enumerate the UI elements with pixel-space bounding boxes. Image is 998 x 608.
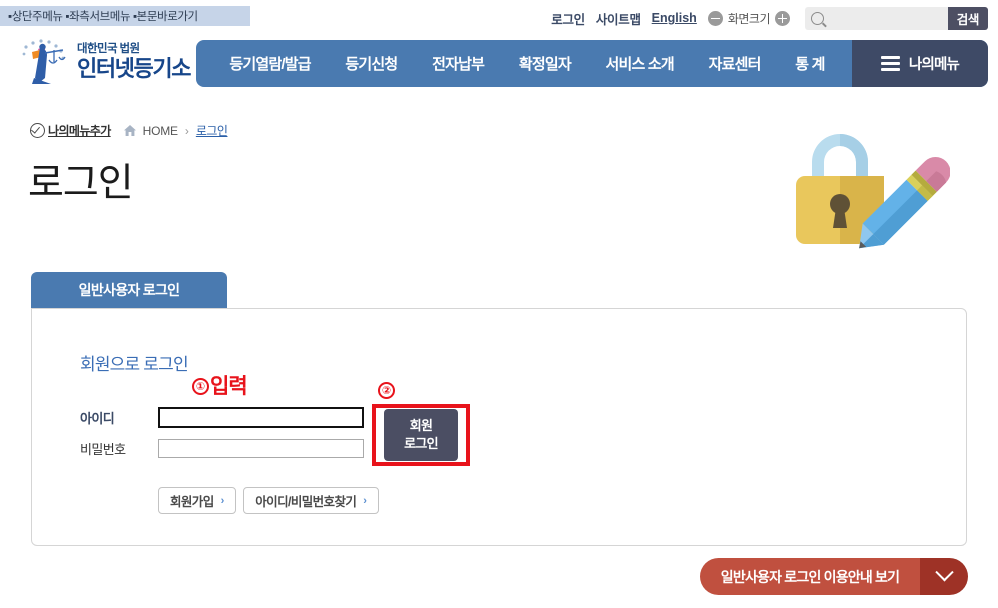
screen-size-controls: 화면크기 bbox=[707, 10, 790, 27]
signup-label: 회원가입 bbox=[170, 495, 214, 509]
search-button[interactable]: 검색 bbox=[947, 6, 988, 30]
padlock-pencil-illustration bbox=[796, 134, 950, 249]
form-row-userid: 아이디 bbox=[80, 405, 364, 430]
member-login-line1: 회원 bbox=[409, 418, 433, 434]
signup-button[interactable]: 회원가입 › bbox=[158, 487, 237, 514]
skip-link-top-menu[interactable]: ▪상단주메뉴 bbox=[8, 8, 63, 24]
site-search: 검색 bbox=[805, 6, 988, 30]
minus-circle-icon[interactable] bbox=[707, 10, 723, 26]
add-to-my-menu-button[interactable]: 나의메뉴추가 bbox=[30, 122, 111, 139]
my-menu-label: 나의메뉴 bbox=[908, 57, 960, 73]
nav-item-fixed-date[interactable]: 확정일자 bbox=[519, 53, 572, 74]
magnifier-icon bbox=[811, 11, 824, 25]
login-sub-buttons: 회원가입 › 아이디/비밀번호찾기 › bbox=[158, 487, 379, 514]
chevron-right-icon: › bbox=[220, 494, 225, 507]
add-to-my-menu-label: 나의메뉴추가 bbox=[48, 124, 111, 138]
logo-title: 인터넷등기소 bbox=[77, 55, 191, 81]
tab-label: 일반사용자 로그인 bbox=[78, 282, 180, 298]
find-id-password-label: 아이디/비밀번호찾기 bbox=[255, 495, 357, 509]
usage-guide-toggle[interactable] bbox=[920, 558, 968, 595]
nav-item-data-center[interactable]: 자료센터 bbox=[709, 53, 762, 74]
usage-guide-label: 일반사용자 로그인 이용안내 보기 bbox=[720, 568, 900, 585]
member-login-line2: 로그인 bbox=[404, 436, 438, 451]
home-icon bbox=[123, 125, 136, 136]
hamburger-icon bbox=[880, 53, 900, 74]
screen-size-label: 화면크기 bbox=[727, 11, 771, 26]
logo-subtitle: 대한민국 법원 bbox=[77, 43, 140, 56]
utility-sitemap-link[interactable]: 사이트맵 bbox=[596, 9, 641, 28]
logo-text: 대한민국 법원 인터넷등기소 bbox=[77, 43, 191, 81]
search-field-wrap bbox=[805, 6, 948, 30]
court-scales-logo-icon bbox=[22, 39, 66, 84]
search-input[interactable] bbox=[828, 10, 948, 26]
login-section-heading: 회원으로 로그인 bbox=[80, 355, 189, 374]
nav-item-service-intro[interactable]: 서비스 소개 bbox=[606, 53, 675, 74]
usage-guide-main[interactable]: 일반사용자 로그인 이용안내 보기 bbox=[700, 558, 920, 595]
my-menu-button[interactable]: 나의메뉴 bbox=[852, 40, 988, 87]
password-input[interactable] bbox=[158, 439, 364, 458]
chevron-right-icon: › bbox=[363, 494, 367, 507]
check-circle-icon bbox=[30, 123, 45, 138]
nav-item-statistics[interactable]: 통 계 bbox=[795, 53, 825, 74]
breadcrumb: 나의메뉴추가 HOME › 로그인 bbox=[30, 122, 228, 139]
breadcrumb-home[interactable]: HOME bbox=[143, 124, 178, 138]
password-label: 비밀번호 bbox=[80, 442, 126, 457]
breadcrumb-current[interactable]: 로그인 bbox=[196, 122, 228, 139]
form-row-password: 비밀번호 bbox=[80, 436, 364, 461]
utility-english-link[interactable]: English bbox=[652, 11, 697, 25]
breadcrumb-separator: › bbox=[184, 123, 189, 138]
skip-link-sub-menu[interactable]: ▪좌측서브메뉴 bbox=[63, 8, 130, 24]
main-navigation: 등기열람/발급 등기신청 전자납부 확정일자 서비스 소개 자료센터 통 계 나… bbox=[196, 40, 988, 87]
nav-item-registry-apply[interactable]: 등기신청 bbox=[345, 53, 398, 74]
userid-label: 아이디 bbox=[80, 411, 115, 426]
skip-navigation: ▪상단주메뉴 ▪좌측서브메뉴 ▪본문바로가기 bbox=[0, 6, 250, 26]
nav-item-registry-view[interactable]: 등기열람/발급 bbox=[229, 53, 311, 74]
member-login-button[interactable]: 회원 로그인 bbox=[384, 409, 458, 461]
login-form: 아이디 비밀번호 bbox=[80, 405, 364, 467]
nav-item-epayment[interactable]: 전자납부 bbox=[432, 53, 485, 74]
utility-login-link[interactable]: 로그인 bbox=[551, 9, 585, 28]
skip-link-content[interactable]: ▪본문바로가기 bbox=[130, 8, 198, 24]
tab-general-user-login[interactable]: 일반사용자 로그인 bbox=[31, 272, 227, 308]
main-nav-items: 등기열람/발급 등기신청 전자납부 확정일자 서비스 소개 자료센터 통 계 bbox=[196, 40, 852, 87]
page-title: 로그인 bbox=[28, 162, 134, 205]
chevron-down-icon bbox=[934, 563, 954, 582]
utility-navigation: 로그인 사이트맵 English 화면크기 검색 bbox=[551, 6, 988, 30]
plus-circle-icon[interactable] bbox=[775, 10, 790, 26]
find-id-password-button[interactable]: 아이디/비밀번호찾기 › bbox=[243, 487, 379, 514]
usage-guide-button[interactable]: 일반사용자 로그인 이용안내 보기 bbox=[700, 558, 968, 595]
userid-input[interactable] bbox=[158, 407, 364, 428]
site-logo[interactable]: 대한민국 법원 인터넷등기소 bbox=[18, 38, 191, 86]
